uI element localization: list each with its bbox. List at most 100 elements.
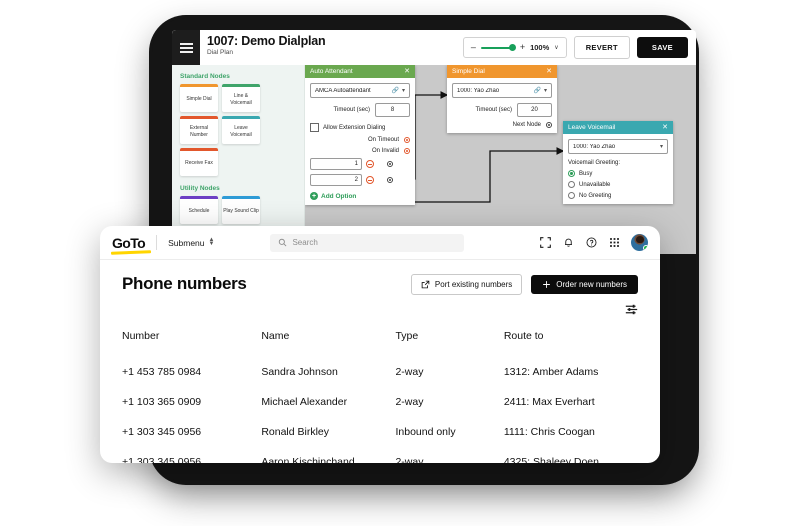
port-existing-numbers-button[interactable]: Port existing numbers xyxy=(411,274,522,295)
screenshot-stage: 1007: Demo Dialplan Dial Plan – + 100% ∨… xyxy=(0,0,800,526)
save-button[interactable]: SAVE xyxy=(637,37,688,58)
palette-node-receive-fax[interactable]: Receive Fax xyxy=(180,148,218,176)
palette-node-play-sound-clip[interactable]: Play Sound Clip xyxy=(222,196,260,224)
close-icon[interactable]: ✕ xyxy=(662,124,668,131)
cell-name: Michael Alexander xyxy=(261,387,395,417)
on-invalid-row: On Invalid xyxy=(310,148,410,154)
palette-node-line-voicemail[interactable]: Line & Voicemail xyxy=(222,84,260,112)
cell-route: 1312: Amber Adams xyxy=(504,357,638,387)
zoom-control[interactable]: – + 100% ∨ xyxy=(463,37,567,58)
zoom-level-value: 100% xyxy=(530,43,549,52)
node-leave-voicemail-header: Leave Voicemail ✕ xyxy=(563,121,673,134)
zoom-out-icon[interactable]: – xyxy=(471,43,476,52)
node-leave-voicemail-body: 1000: Yao Zhao ▾ Voicemail Greeting: Bus… xyxy=(563,134,673,204)
chevron-down-icon[interactable]: ▾ xyxy=(544,87,547,94)
zoom-in-icon[interactable]: + xyxy=(520,43,525,52)
zoom-slider[interactable] xyxy=(481,47,515,49)
table-row[interactable]: +1 303 345 0956 Ronald Birkley Inbound o… xyxy=(122,417,638,447)
table-row[interactable]: +1 453 785 0984 Sandra Johnson 2-way 131… xyxy=(122,357,638,387)
on-invalid-label: On Invalid xyxy=(372,148,399,154)
chevron-down-icon[interactable]: ∨ xyxy=(554,44,558,51)
chevron-down-icon[interactable]: ▾ xyxy=(402,87,405,94)
palette-node-leave-voicemail[interactable]: Leave Voicemail xyxy=(222,116,260,144)
goto-app-window: GoTo Submenu ▲▼ Search xyxy=(100,226,660,463)
utility-nodes-title: Utility Nodes xyxy=(180,185,298,192)
bell-icon[interactable] xyxy=(562,237,574,249)
greeting-radio-no-greeting[interactable] xyxy=(568,192,575,199)
link-icon[interactable]: 🔗 xyxy=(534,87,541,94)
remove-option-2-icon[interactable] xyxy=(366,176,374,184)
on-invalid-port[interactable] xyxy=(404,148,410,154)
expand-icon[interactable] xyxy=(539,237,551,249)
goto-logo: GoTo xyxy=(112,236,145,250)
column-header-name: Name xyxy=(261,330,395,357)
port-existing-numbers-label: Port existing numbers xyxy=(435,280,512,289)
option-2-input[interactable]: 2 xyxy=(310,174,362,186)
node-auto-attendant-header: Auto Attendant ✕ xyxy=(305,65,415,78)
node-auto-attendant-title: Auto Attendant xyxy=(310,68,353,75)
avatar[interactable] xyxy=(631,234,648,251)
search-input[interactable]: Search xyxy=(270,234,464,252)
cell-route: 1111: Chris Coogan xyxy=(504,417,638,447)
leave-voicemail-select-value: 1000: Yao Zhao xyxy=(573,144,657,150)
cell-name: Aaron Kischinchand xyxy=(261,447,395,463)
greeting-radio-busy[interactable] xyxy=(568,170,575,177)
filter-sliders-icon[interactable] xyxy=(624,302,638,316)
palette-node-schedule[interactable]: Schedule xyxy=(180,196,218,224)
simple-dial-select[interactable]: 1000: Yao Zhao 🔗 ▾ xyxy=(452,83,552,98)
allow-extension-dialing-row[interactable]: Allow Extension Dialing xyxy=(310,123,410,132)
option-row-1: 1 xyxy=(310,158,410,170)
cell-number: +1 303 345 0956 xyxy=(122,417,261,447)
close-icon[interactable]: ✕ xyxy=(404,68,410,75)
cell-name: Sandra Johnson xyxy=(261,357,395,387)
option-2-port[interactable] xyxy=(387,177,393,183)
external-link-icon xyxy=(421,280,430,289)
auto-attendant-timeout-input[interactable]: 8 xyxy=(375,103,410,117)
simple-dial-timeout-input[interactable]: 20 xyxy=(517,103,552,117)
option-1-port[interactable] xyxy=(387,161,393,167)
allow-extension-dialing-checkbox[interactable] xyxy=(310,123,319,132)
phone-numbers-table: Number Name Type Route to +1 453 785 098… xyxy=(122,330,638,463)
close-icon[interactable]: ✕ xyxy=(546,68,552,75)
help-icon[interactable] xyxy=(585,237,597,249)
next-node-port[interactable] xyxy=(546,122,552,128)
simple-dial-select-value: 1000: Yao Zhao xyxy=(457,88,531,94)
hamburger-icon[interactable] xyxy=(172,30,200,65)
option-1-input[interactable]: 1 xyxy=(310,158,362,170)
submenu-selector[interactable]: Submenu ▲▼ xyxy=(168,238,214,248)
node-leave-voicemail[interactable]: Leave Voicemail ✕ 1000: Yao Zhao ▾ Voice… xyxy=(563,121,673,204)
plus-icon xyxy=(542,280,551,289)
add-option-button[interactable]: + Add Option xyxy=(310,192,410,200)
greeting-radio-unavailable[interactable] xyxy=(568,181,575,188)
order-new-numbers-button[interactable]: Order new numbers xyxy=(531,275,638,294)
order-new-numbers-label: Order new numbers xyxy=(556,280,627,289)
search-placeholder: Search xyxy=(292,238,317,247)
cell-type: Inbound only xyxy=(395,417,503,447)
up-down-chevron-icon[interactable]: ▲▼ xyxy=(209,239,215,246)
revert-button[interactable]: REVERT xyxy=(574,36,630,59)
apps-grid-icon[interactable] xyxy=(608,237,620,249)
chevron-down-icon[interactable]: ▾ xyxy=(660,143,663,150)
greeting-option-busy[interactable]: Busy xyxy=(568,170,668,177)
auto-attendant-select[interactable]: AMCA Autoattendant 🔗 ▾ xyxy=(310,83,410,98)
remove-option-1-icon[interactable] xyxy=(366,160,374,168)
table-row[interactable]: +1 103 365 0909 Michael Alexander 2-way … xyxy=(122,387,638,417)
leave-voicemail-select[interactable]: 1000: Yao Zhao ▾ xyxy=(568,139,668,154)
link-icon[interactable]: 🔗 xyxy=(392,87,399,94)
dialplan-toolbar: – + 100% ∨ REVERT SAVE xyxy=(463,36,688,59)
auto-attendant-timeout-row: Timeout (sec) 8 xyxy=(310,103,410,117)
zoom-slider-knob[interactable] xyxy=(509,44,516,51)
table-row[interactable]: +1 303 345 0956 Aaron Kischinchand 2-way… xyxy=(122,447,638,463)
on-timeout-port[interactable] xyxy=(404,137,410,143)
greeting-option-no-greeting[interactable]: No Greeting xyxy=(568,192,668,199)
palette-node-external-number[interactable]: External Number xyxy=(180,116,218,144)
cell-type: 2-way xyxy=(395,357,503,387)
node-auto-attendant[interactable]: Auto Attendant ✕ AMCA Autoattendant 🔗 ▾ … xyxy=(305,65,415,205)
palette-node-simple-dial[interactable]: Simple Dial xyxy=(180,84,218,112)
node-simple-dial[interactable]: Simple Dial ✕ 1000: Yao Zhao 🔗 ▾ Timeout… xyxy=(447,65,557,133)
node-simple-dial-title: Simple Dial xyxy=(452,68,485,75)
column-header-number: Number xyxy=(122,330,261,357)
header-actions xyxy=(539,234,648,251)
status-badge xyxy=(643,245,648,251)
greeting-option-unavailable[interactable]: Unavailable xyxy=(568,181,668,188)
